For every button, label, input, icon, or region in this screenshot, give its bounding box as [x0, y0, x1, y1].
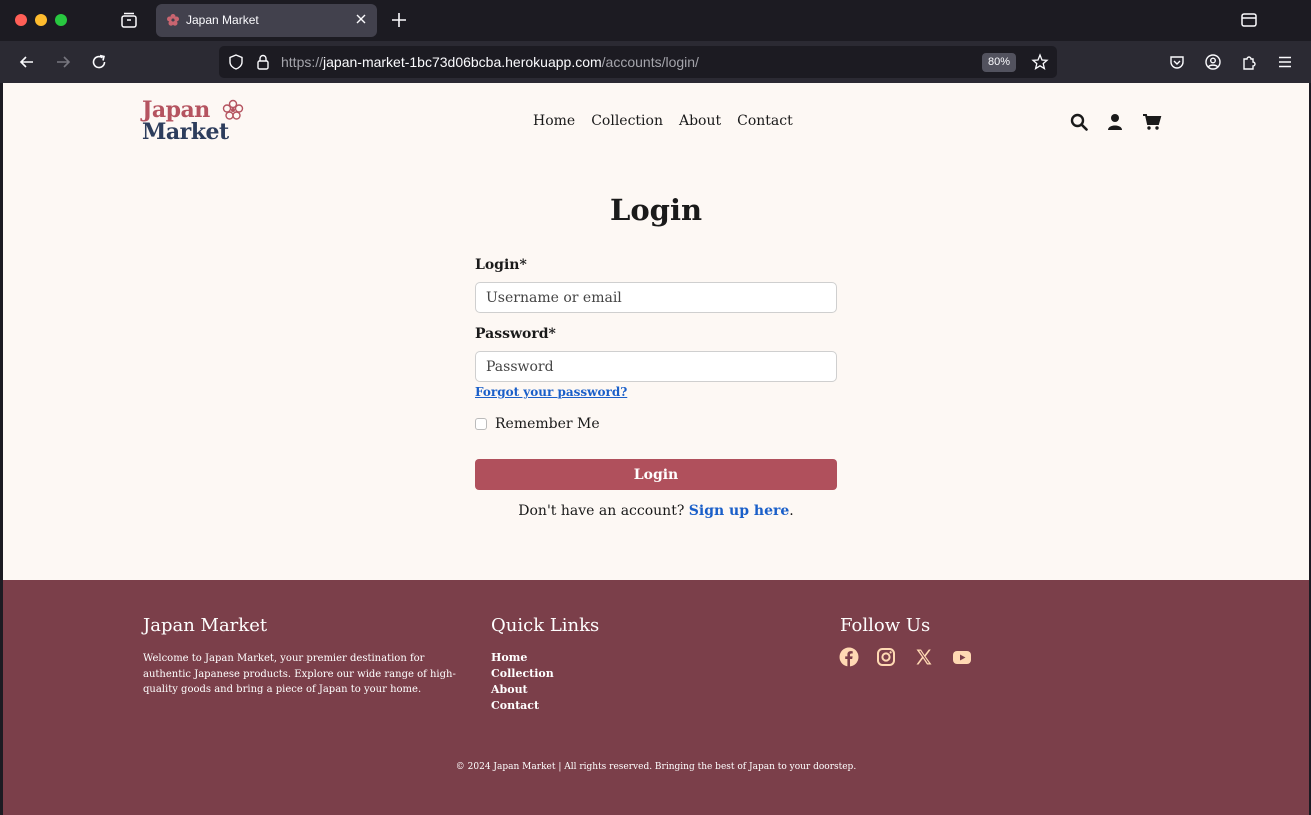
instagram-icon[interactable] [876, 647, 896, 667]
signup-link[interactable]: Sign up here [689, 503, 789, 519]
footer-link-about[interactable]: About [491, 683, 554, 696]
reload-icon[interactable] [90, 53, 108, 71]
nav-collection[interactable]: Collection [591, 113, 663, 129]
url-text[interactable]: https://japan-market-1bc73d06bcba.heroku… [281, 54, 699, 70]
remember-me-label[interactable]: Remember Me [495, 416, 600, 432]
footer-links: Home Collection About Contact [491, 651, 554, 712]
lock-icon[interactable] [254, 53, 272, 71]
sakura-icon [222, 99, 244, 120]
login-label: Login* [475, 257, 527, 273]
forgot-password-link[interactable]: Forgot your password? [475, 385, 627, 399]
footer-about-text: Welcome to Japan Market, your premier de… [143, 653, 456, 695]
copyright-text: © 2024 Japan Market | All rights reserve… [455, 762, 857, 772]
main-nav: Home Collection About Contact [533, 113, 793, 129]
x-icon[interactable] [914, 647, 934, 667]
close-window-button[interactable] [15, 14, 27, 26]
footer-follow-title: Follow Us [840, 615, 931, 636]
password-input[interactable] [475, 351, 837, 382]
address-bar[interactable]: https://japan-market-1bc73d06bcba.heroku… [219, 46, 1057, 78]
signup-prompt: Don't have an account? Sign up here. [518, 503, 794, 519]
password-label: Password* [475, 326, 556, 342]
window-menu-icon[interactable] [1240, 11, 1258, 29]
minimize-window-button[interactable] [35, 14, 47, 26]
nav-about[interactable]: About [679, 113, 721, 129]
tab-overview-icon[interactable] [120, 11, 138, 29]
shopping-cart-icon[interactable] [1142, 112, 1162, 132]
pocket-icon[interactable] [1168, 53, 1186, 71]
logo-line2: Market [142, 119, 229, 145]
close-tab-icon[interactable] [353, 11, 369, 27]
tab-title: Japan Market [186, 13, 259, 27]
bookmark-star-icon[interactable] [1031, 53, 1049, 71]
page-viewport: Japan Market Home Collection About Conta… [3, 83, 1309, 815]
shield-icon[interactable] [227, 53, 245, 71]
extensions-icon[interactable] [1240, 53, 1258, 71]
remember-me: Remember Me [475, 416, 600, 432]
tab-japan-market[interactable]: Japan Market [156, 4, 377, 37]
browser-tab-bar: Japan Market [0, 0, 1311, 41]
login-button[interactable]: Login [475, 459, 837, 490]
browser-nav-bar: https://japan-market-1bc73d06bcba.heroku… [0, 41, 1311, 83]
site-logo[interactable]: Japan Market [142, 97, 246, 147]
facebook-icon[interactable] [839, 647, 859, 667]
nav-home[interactable]: Home [533, 113, 575, 129]
footer-link-collection[interactable]: Collection [491, 667, 554, 680]
nav-contact[interactable]: Contact [737, 113, 793, 129]
youtube-icon[interactable] [952, 647, 972, 667]
search-icon[interactable] [1069, 112, 1089, 132]
sakura-favicon-icon [167, 14, 179, 26]
maximize-window-button[interactable] [55, 14, 67, 26]
back-icon[interactable] [18, 53, 36, 71]
footer-link-contact[interactable]: Contact [491, 699, 554, 712]
zoom-badge[interactable]: 80% [982, 53, 1017, 72]
login-input[interactable] [475, 282, 837, 313]
page-title: Login [609, 193, 703, 227]
footer-links-title: Quick Links [491, 615, 600, 636]
account-icon[interactable] [1204, 53, 1222, 71]
site-footer: Japan Market Welcome to Japan Market, yo… [3, 580, 1309, 815]
new-tab-icon[interactable] [390, 11, 408, 29]
remember-me-checkbox[interactable] [475, 418, 487, 430]
footer-link-home[interactable]: Home [491, 651, 554, 664]
menu-icon[interactable] [1276, 53, 1294, 71]
user-account-icon[interactable] [1105, 112, 1125, 132]
forward-icon[interactable] [54, 53, 72, 71]
footer-about-title: Japan Market [143, 615, 268, 636]
